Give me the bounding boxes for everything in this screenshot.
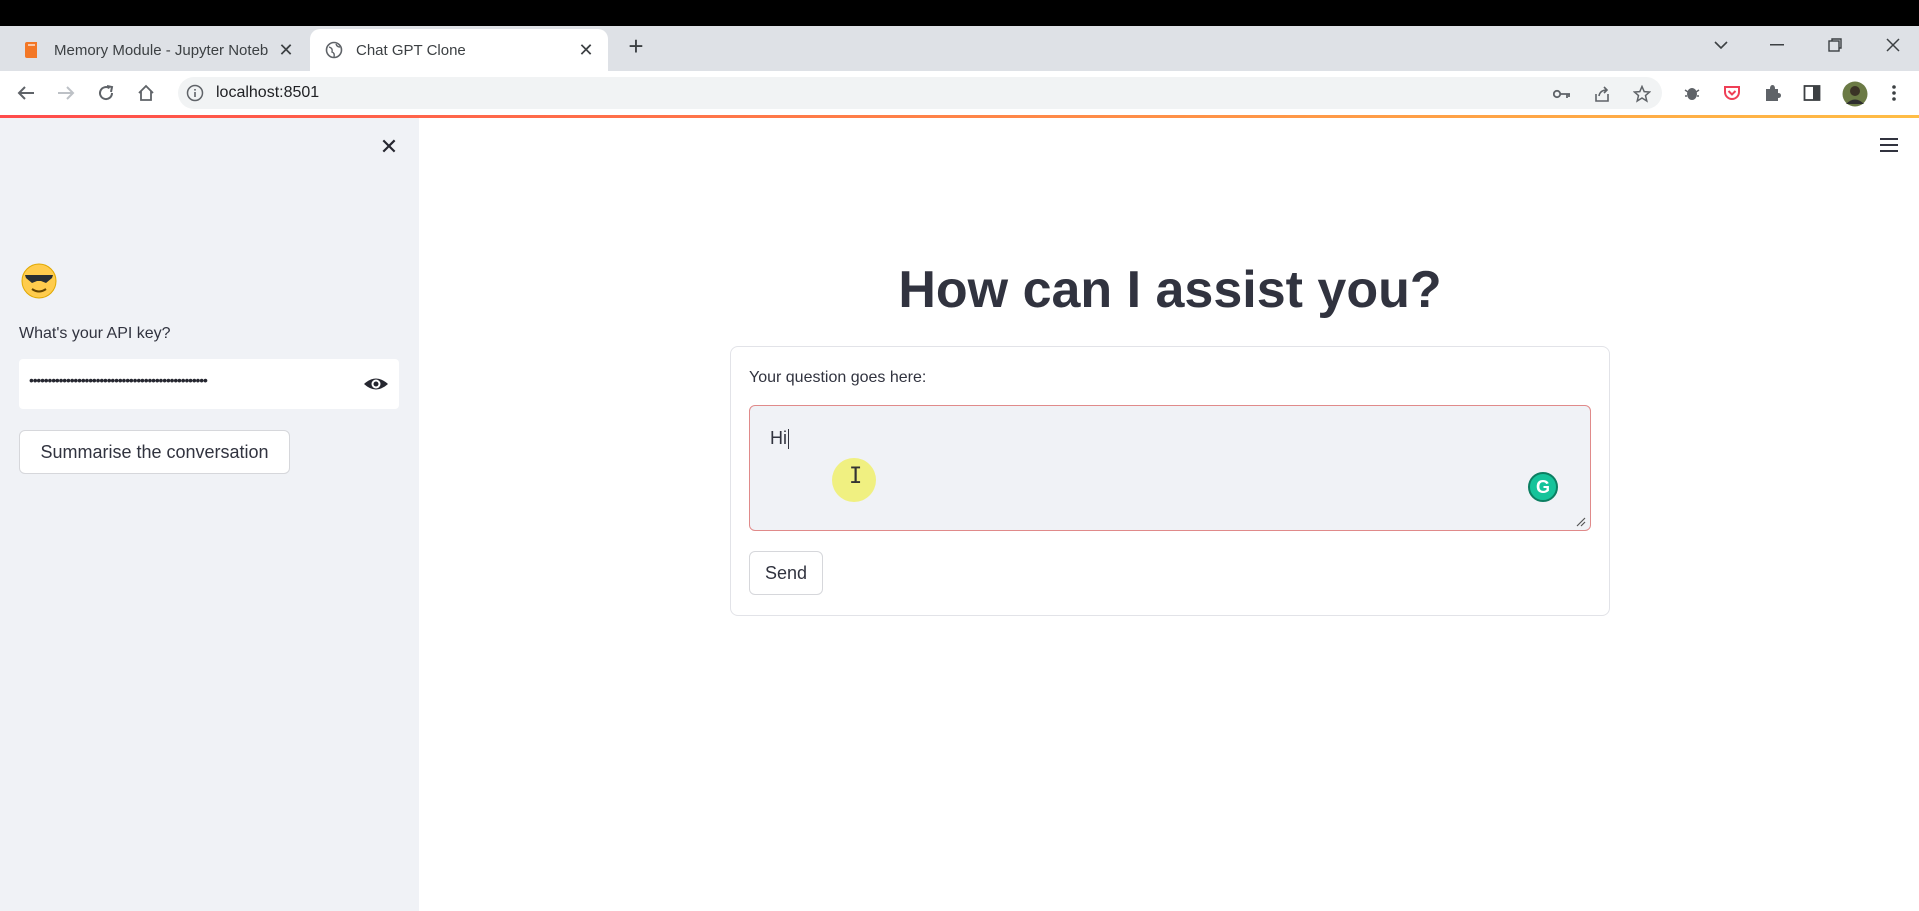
tab-strip: Memory Module - Jupyter Noteb ✕ Chat GPT… bbox=[0, 26, 1919, 71]
profile-avatar[interactable] bbox=[1842, 81, 1868, 107]
navigation-bar: localhost:8501 bbox=[0, 71, 1919, 115]
close-sidebar-icon[interactable]: ✕ bbox=[376, 134, 402, 160]
tab-title: Memory Module - Jupyter Noteb bbox=[54, 41, 269, 59]
sidebar: ✕ What's your API key? •••••••••••••••••… bbox=[0, 118, 419, 911]
api-key-masked-value: ••••••••••••••••••••••••••••••••••••••••… bbox=[29, 372, 208, 388]
page-title: How can I assist you? bbox=[898, 261, 1442, 319]
reload-icon[interactable] bbox=[92, 79, 120, 107]
screen-top-strip bbox=[0, 0, 1919, 26]
home-icon[interactable] bbox=[132, 79, 160, 107]
pocket-icon[interactable] bbox=[1722, 83, 1742, 103]
site-info-icon[interactable] bbox=[186, 84, 204, 102]
tab-title: Chat GPT Clone bbox=[356, 41, 466, 59]
api-key-input[interactable]: ••••••••••••••••••••••••••••••••••••••••… bbox=[19, 359, 399, 409]
minimize-icon[interactable] bbox=[1762, 32, 1792, 58]
question-form: Your question goes here: Hi I G Send bbox=[730, 346, 1610, 616]
grammarly-icon[interactable]: G bbox=[1528, 472, 1558, 502]
hamburger-menu-icon[interactable] bbox=[1878, 136, 1902, 156]
question-value: Hi bbox=[770, 428, 789, 450]
forward-icon[interactable] bbox=[52, 79, 80, 107]
send-button[interactable]: Send bbox=[749, 551, 823, 595]
close-tab-icon[interactable]: ✕ bbox=[274, 38, 298, 62]
browser-menu-icon[interactable] bbox=[1884, 83, 1904, 103]
resize-handle-icon[interactable] bbox=[1574, 514, 1586, 527]
api-key-label: What's your API key? bbox=[19, 325, 171, 342]
close-window-icon[interactable] bbox=[1878, 32, 1908, 58]
bug-extension-icon[interactable] bbox=[1682, 83, 1702, 103]
summarise-button[interactable]: Summarise the conversation bbox=[19, 430, 290, 474]
bookmark-star-icon[interactable] bbox=[1632, 84, 1652, 104]
globe-icon bbox=[324, 40, 344, 60]
text-caret bbox=[788, 429, 789, 450]
jupyter-book-icon bbox=[22, 40, 42, 60]
show-password-eye-icon[interactable] bbox=[363, 372, 389, 396]
side-panel-icon[interactable] bbox=[1802, 83, 1822, 103]
url-text: localhost:8501 bbox=[216, 84, 320, 101]
share-icon[interactable] bbox=[1592, 84, 1612, 104]
key-icon[interactable] bbox=[1552, 84, 1572, 104]
text-cursor-icon: I bbox=[849, 464, 863, 489]
sunglasses-emoji-icon bbox=[20, 262, 58, 300]
tab-search-icon[interactable] bbox=[1706, 32, 1736, 58]
tab-jupyter[interactable]: Memory Module - Jupyter Noteb ✕ bbox=[8, 29, 308, 71]
close-tab-icon[interactable]: ✕ bbox=[574, 38, 598, 62]
question-textarea[interactable]: Hi I G bbox=[749, 405, 1591, 531]
new-tab-icon[interactable]: + bbox=[622, 31, 650, 61]
address-bar[interactable]: localhost:8501 bbox=[178, 77, 1662, 109]
extensions-puzzle-icon[interactable] bbox=[1762, 83, 1782, 103]
back-icon[interactable] bbox=[12, 79, 40, 107]
restore-icon[interactable] bbox=[1820, 32, 1850, 58]
tab-chat-gpt-clone[interactable]: Chat GPT Clone ✕ bbox=[310, 29, 608, 71]
question-label: Your question goes here: bbox=[749, 369, 927, 386]
question-text: Hi bbox=[770, 428, 787, 448]
browser-window: Memory Module - Jupyter Noteb ✕ Chat GPT… bbox=[0, 0, 1919, 911]
app-page: ✕ What's your API key? •••••••••••••••••… bbox=[0, 118, 1919, 911]
